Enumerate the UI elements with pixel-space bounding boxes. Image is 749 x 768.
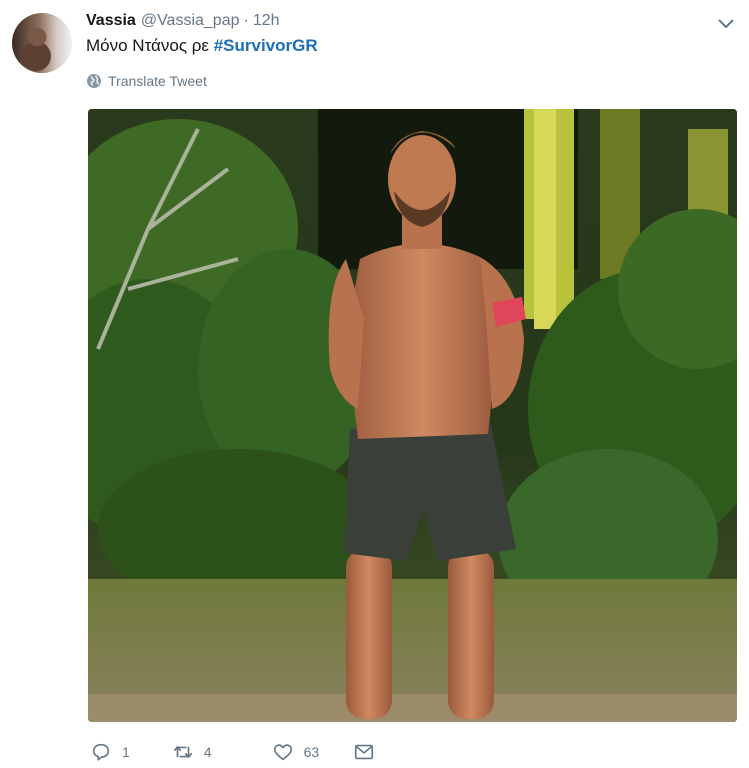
reply-button[interactable]: 1 xyxy=(90,740,130,764)
reply-count: 1 xyxy=(122,744,130,760)
tweet-text-body: Μόνο Ντάνος ρε xyxy=(86,36,214,55)
chevron-down-icon xyxy=(718,19,734,28)
author-handle[interactable]: @Vassia_pap xyxy=(141,12,240,30)
translate-label: Translate Tweet xyxy=(108,73,207,89)
author-name[interactable]: Vassia xyxy=(86,12,136,30)
tweet[interactable]: Vassia @Vassia_pap · 12h Μόνο Ντάνος ρε … xyxy=(0,0,749,768)
tweet-photo[interactable] xyxy=(88,109,737,722)
retweet-count: 4 xyxy=(203,744,212,760)
tweet-text: Μόνο Ντάνος ρε #SurvivorGR xyxy=(86,36,318,56)
avatar[interactable] xyxy=(12,13,72,73)
tweet-actions: 1 4 63 xyxy=(90,740,415,764)
globe-icon xyxy=(87,74,101,88)
retweet-icon xyxy=(173,746,192,758)
timestamp[interactable]: 12h xyxy=(253,12,280,30)
like-icon xyxy=(273,744,292,761)
separator-dot: · xyxy=(243,12,249,29)
tweet-header: Vassia @Vassia_pap · 12h xyxy=(86,12,280,34)
direct-message-button[interactable] xyxy=(353,740,385,764)
translate-tweet-link[interactable]: Translate Tweet xyxy=(86,73,207,89)
message-icon xyxy=(355,744,374,760)
like-button[interactable]: 63 xyxy=(272,740,320,764)
hashtag-link[interactable]: #SurvivorGR xyxy=(214,36,318,55)
like-count: 63 xyxy=(303,744,320,760)
retweet-button[interactable]: 4 xyxy=(172,740,212,764)
more-options-button[interactable] xyxy=(716,14,736,34)
photo-content xyxy=(88,109,737,722)
reply-icon xyxy=(92,743,110,761)
